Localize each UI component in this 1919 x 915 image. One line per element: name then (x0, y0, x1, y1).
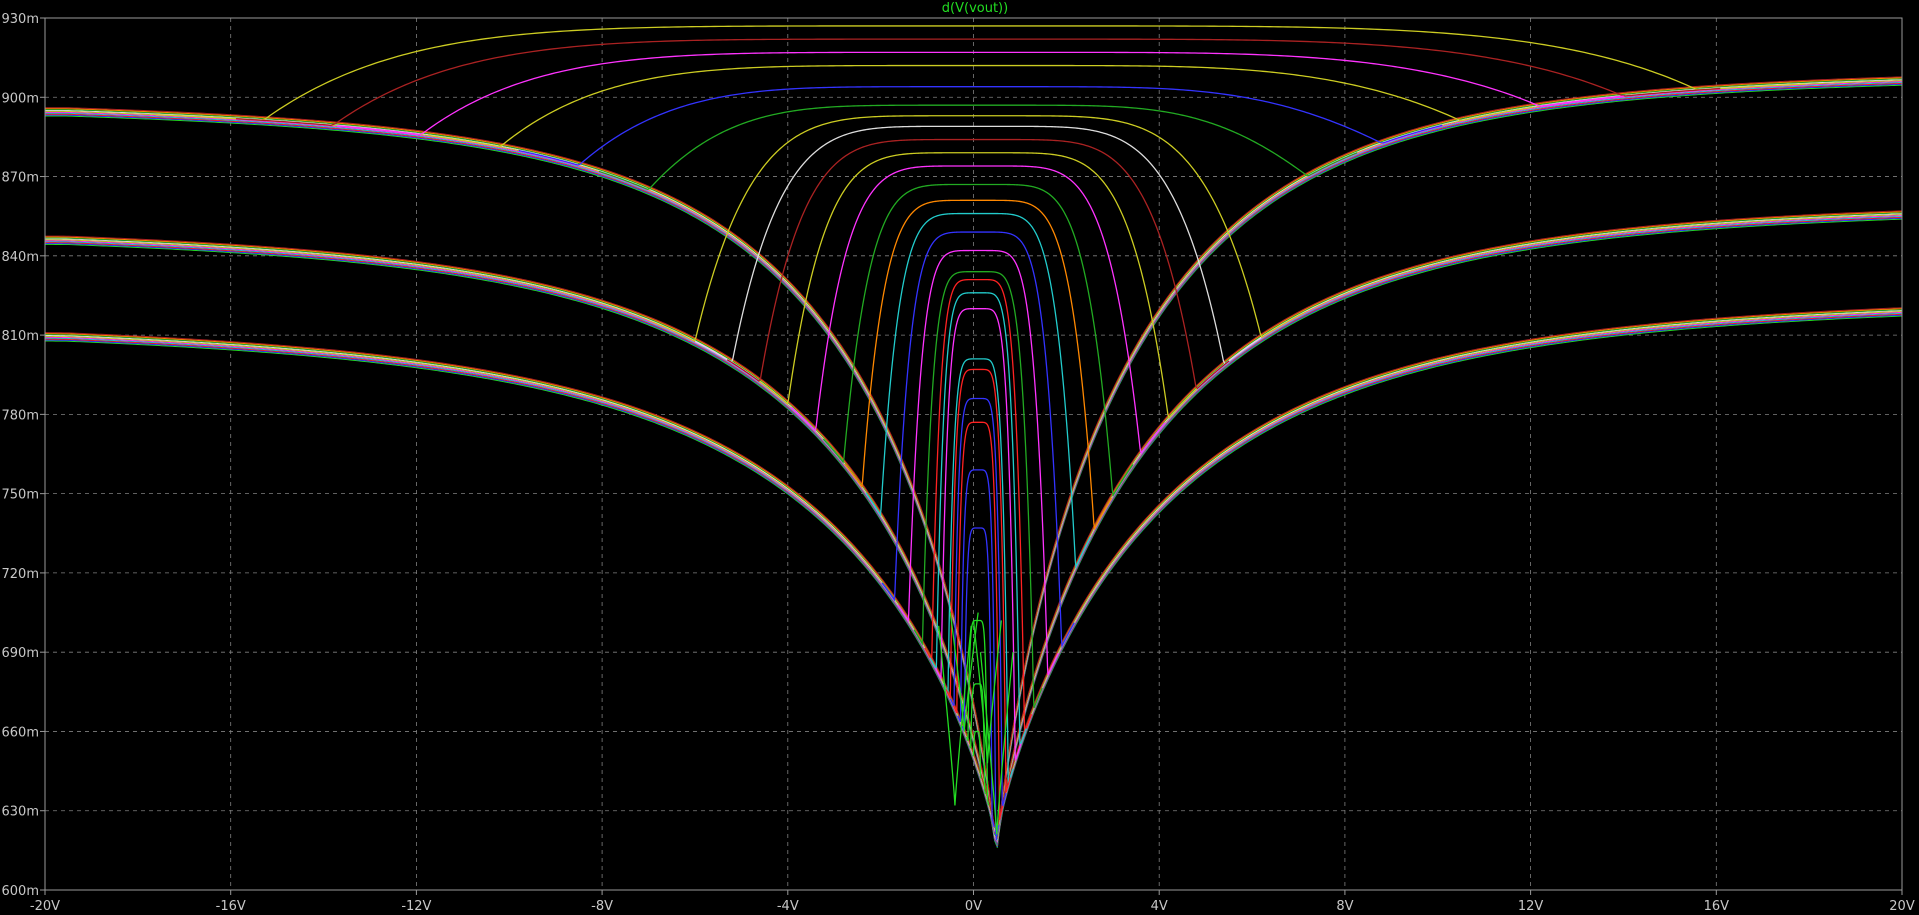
y-tick-label: 810m (2, 329, 39, 344)
y-tick-label: 660m (2, 725, 39, 740)
x-tick-label: -20V (30, 899, 60, 914)
x-tick-label: 20V (1889, 899, 1915, 914)
x-tick-label: 0V (965, 899, 982, 914)
x-tick-label: -8V (591, 899, 613, 914)
y-tick-label: 630m (2, 805, 39, 820)
trace-title[interactable]: d(V(vout)) (942, 1, 1008, 16)
x-tick-label: -4V (777, 899, 799, 914)
y-tick-label: 900m (2, 91, 39, 106)
y-tick-label: 750m (2, 488, 39, 503)
plot-svg: 930m 900m 870m 840m 810m 780m 750m 720m 690m 660m… (0, 0, 1919, 915)
x-tick-label: 8V (1336, 899, 1353, 914)
y-tick-label: 690m (2, 646, 39, 661)
x-tick-label: -12V (401, 899, 431, 914)
y-tick-label: 870m (2, 171, 39, 186)
y-tick-label: 780m (2, 408, 39, 423)
x-tick-label: 12V (1518, 899, 1544, 914)
x-tick-label: 4V (1151, 899, 1168, 914)
x-tick-label: 16V (1704, 899, 1730, 914)
y-tick-label: 930m (2, 12, 39, 27)
y-tick-label: 600m (2, 884, 39, 899)
y-tick-label: 720m (2, 567, 39, 582)
y-tick-label: 840m (2, 250, 39, 265)
x-tick-label: -16V (216, 899, 246, 914)
